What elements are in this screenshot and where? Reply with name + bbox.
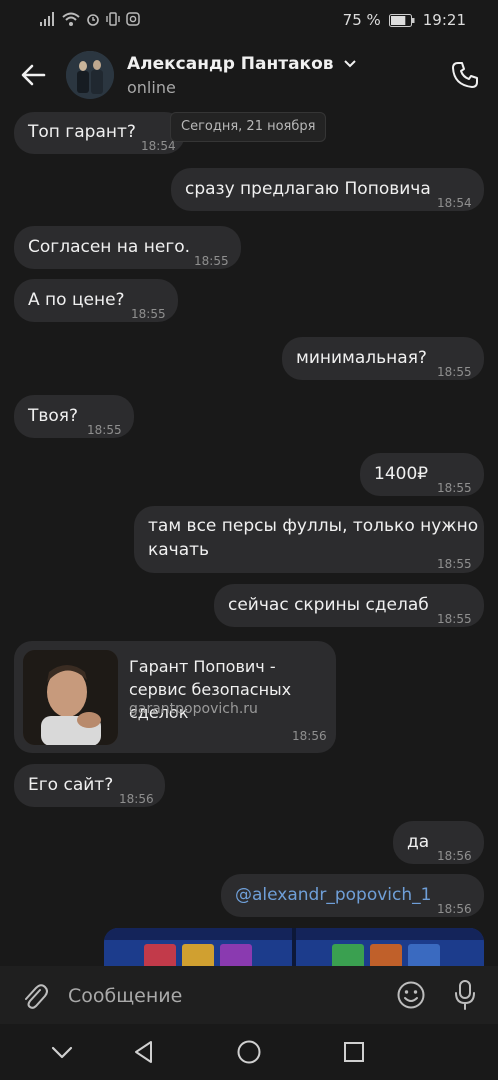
chat-header: Александр Пантаков online bbox=[0, 40, 498, 110]
attachment-tile bbox=[332, 944, 364, 966]
wifi-icon bbox=[62, 12, 80, 26]
message-time: 18:56 bbox=[119, 792, 154, 806]
message-text: минимальная? bbox=[296, 348, 427, 368]
battery-percent: 75 % bbox=[342, 11, 381, 29]
message-time: 18:55 bbox=[437, 365, 472, 379]
contact-status: online bbox=[127, 78, 176, 97]
message-time: 18:56 bbox=[437, 849, 472, 863]
message-text: А по цене? bbox=[28, 290, 125, 310]
message-incoming[interactable]: Согласен на него. 18:55 bbox=[14, 226, 241, 269]
message-text: 1400₽ bbox=[374, 464, 429, 484]
microphone-icon[interactable] bbox=[452, 979, 478, 1011]
message-outgoing[interactable]: да 18:56 bbox=[393, 821, 484, 864]
phone-call-icon[interactable] bbox=[450, 60, 480, 90]
message-time: 18:55 bbox=[194, 254, 229, 268]
message-time: 18:56 bbox=[292, 729, 327, 743]
clock: 19:21 bbox=[422, 11, 466, 29]
status-icons-right: 75 % 19:21 bbox=[343, 11, 466, 29]
message-text: сейчас скрины сделаб bbox=[228, 595, 429, 615]
alarm-icon bbox=[87, 14, 99, 26]
message-text: сразу предлагаю Поповича bbox=[185, 179, 431, 199]
message-text: Топ гарант? bbox=[28, 122, 136, 142]
battery-icon bbox=[388, 13, 415, 27]
message-text: Твоя? bbox=[28, 406, 79, 426]
system-navigation-bar bbox=[0, 1024, 498, 1080]
emoji-icon[interactable] bbox=[396, 980, 426, 1010]
contact-name-text: Александр Пантаков bbox=[127, 54, 334, 74]
message-time: 18:55 bbox=[437, 612, 472, 626]
message-time: 18:55 bbox=[87, 423, 122, 437]
avatar-photo bbox=[66, 51, 114, 99]
screenshot-attachment[interactable] bbox=[104, 928, 484, 966]
message-input[interactable] bbox=[66, 980, 370, 1012]
link-preview-card[interactable]: Гарант Попович - сервис безопасных сдело… bbox=[14, 641, 336, 753]
back-arrow-icon[interactable] bbox=[18, 60, 48, 90]
message-outgoing[interactable]: минимальная? 18:55 bbox=[282, 337, 484, 380]
mention-link[interactable]: @alexandr_popovich_1 bbox=[235, 883, 431, 907]
status-icons-left bbox=[40, 12, 140, 26]
attachment-tile bbox=[144, 944, 176, 966]
vibrate-icon bbox=[106, 12, 120, 26]
signal-icon bbox=[40, 12, 54, 26]
message-composer bbox=[0, 966, 498, 1024]
contact-name[interactable]: Александр Пантаков bbox=[127, 54, 357, 74]
message-list[interactable]: Топ гарант? 18:54 Сегодня, 21 ноября сра… bbox=[0, 110, 498, 966]
nav-recents-icon[interactable] bbox=[340, 1038, 368, 1066]
message-incoming[interactable]: Его сайт? 18:56 bbox=[14, 764, 165, 807]
message-outgoing[interactable]: там все персы фуллы, только нужно качать… bbox=[134, 506, 484, 573]
message-text: да bbox=[407, 832, 430, 852]
chevron-down-icon bbox=[344, 60, 357, 68]
instagram-icon bbox=[126, 12, 140, 26]
attachment-tile bbox=[370, 944, 402, 966]
message-time: 18:55 bbox=[131, 307, 166, 321]
attachment-divider bbox=[292, 928, 296, 966]
message-time: 18:55 bbox=[437, 481, 472, 495]
message-incoming[interactable]: Твоя? 18:55 bbox=[14, 395, 134, 438]
message-incoming[interactable]: Топ гарант? 18:54 bbox=[14, 112, 185, 154]
message-time: 18:54 bbox=[437, 196, 472, 210]
message-outgoing[interactable]: @alexandr_popovich_1 18:56 bbox=[221, 874, 484, 917]
contact-avatar[interactable] bbox=[66, 51, 114, 99]
message-text: Согласен на него. bbox=[28, 237, 191, 257]
message-incoming[interactable]: А по цене? 18:55 bbox=[14, 279, 178, 322]
nav-back-icon[interactable] bbox=[130, 1038, 158, 1066]
attachment-tile bbox=[408, 944, 440, 966]
status-bar: 75 % 19:21 bbox=[0, 0, 498, 40]
attachment-tile bbox=[182, 944, 214, 966]
message-text: Его сайт? bbox=[28, 775, 114, 795]
paperclip-icon[interactable] bbox=[20, 980, 48, 1010]
hide-keyboard-icon[interactable] bbox=[48, 1038, 76, 1066]
message-outgoing[interactable]: 1400₽ 18:55 bbox=[360, 453, 484, 496]
link-preview-domain[interactable]: garantpopovich.ru bbox=[129, 701, 258, 717]
date-separator: Сегодня, 21 ноября bbox=[170, 112, 327, 142]
nav-home-icon[interactable] bbox=[235, 1038, 263, 1066]
message-time: 18:56 bbox=[437, 902, 472, 916]
message-outgoing[interactable]: сразу предлагаю Поповича 18:54 bbox=[171, 168, 484, 211]
message-outgoing[interactable]: сейчас скрины сделаб 18:55 bbox=[214, 584, 484, 627]
message-time: 18:55 bbox=[437, 557, 472, 571]
attachment-tile bbox=[220, 944, 252, 966]
link-preview-photo bbox=[23, 650, 118, 745]
link-preview-image bbox=[23, 650, 118, 745]
